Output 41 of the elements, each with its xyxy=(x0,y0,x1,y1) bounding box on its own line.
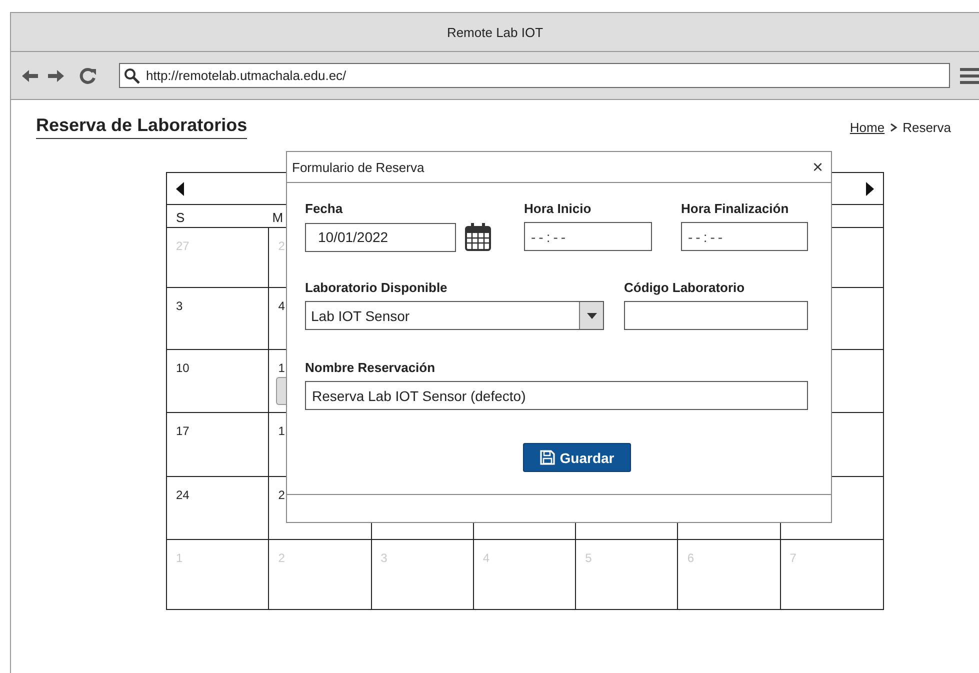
weekday-label: S xyxy=(175,210,185,227)
day-number: 10 xyxy=(176,361,190,375)
time-field[interactable]: --:-- xyxy=(681,222,808,251)
weekday-label: M xyxy=(271,210,284,227)
date-field[interactable]: 10/01/2022 xyxy=(305,222,456,252)
field-label: Fecha xyxy=(305,201,344,216)
calendar-icon[interactable] xyxy=(464,222,492,252)
day-number: 4 xyxy=(278,299,285,313)
search-icon xyxy=(124,68,140,84)
page-title: Reserva de Laboratorios xyxy=(36,115,248,139)
caret-icon xyxy=(586,312,596,318)
address-field[interactable]: http://remotelab.utmachala.edu.ec/ xyxy=(119,63,950,88)
current-page-label: Reserva xyxy=(902,120,951,134)
next-arrow-icon[interactable] xyxy=(865,182,875,196)
previous-arrow-icon[interactable] xyxy=(175,182,185,196)
url-text: http://remotelab.utmachala.edu.ec/ xyxy=(146,68,346,83)
name-field[interactable]: Reserva Lab IOT Sensor (defecto) xyxy=(305,381,808,410)
day-number: 24 xyxy=(176,488,190,502)
save-button[interactable]: Guardar xyxy=(523,443,631,472)
day-number: 17 xyxy=(176,424,190,438)
menu-icon[interactable] xyxy=(960,66,979,86)
save-icon xyxy=(540,450,555,465)
field-label: Hora Inicio xyxy=(524,201,592,216)
code-field[interactable] xyxy=(624,301,808,330)
day-number: 1 xyxy=(278,361,285,375)
chevron-icon xyxy=(890,122,898,132)
close-button[interactable]: × xyxy=(812,158,823,176)
day-number: 1 xyxy=(278,424,285,438)
window-title: Remote Lab IOT xyxy=(446,24,544,40)
field-label: Hora Finalización xyxy=(681,201,790,216)
breadcrumb-link[interactable]: Home xyxy=(850,120,885,134)
field-label: Código Laboratorio xyxy=(624,280,746,295)
reload-icon[interactable] xyxy=(79,66,97,84)
laboratory-select[interactable]: Lab IOT Sensor xyxy=(305,301,604,330)
day-number: 3 xyxy=(176,299,183,313)
field-label: Laboratorio Disponible xyxy=(305,280,448,295)
field-label: Nombre Reservación xyxy=(305,360,436,375)
day-number: 2 xyxy=(278,488,285,502)
dialog-title: Formulario de Reserva xyxy=(292,160,424,174)
event-chip[interactable] xyxy=(276,377,288,405)
time-field[interactable]: --:-- xyxy=(524,222,652,251)
